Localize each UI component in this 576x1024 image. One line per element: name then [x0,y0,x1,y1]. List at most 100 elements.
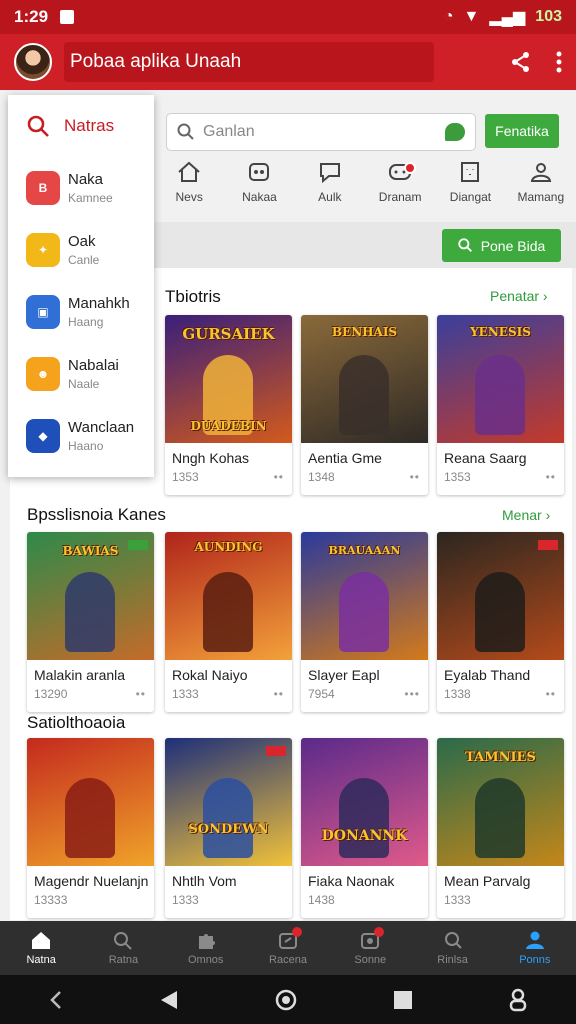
category-item[interactable]: Aulk [295,160,365,222]
game-meta: 13290 [34,687,68,701]
game-thumbnail: AUNDING [165,532,292,660]
promo-button-label: Pone Bida [480,237,546,254]
category-item[interactable]: Mamang [506,160,576,222]
game-name: Mean Parvalg [444,873,531,889]
more-icon[interactable]: ••• [404,687,420,701]
drawer-item[interactable]: ▣ Manahkh Haang [8,281,154,343]
nav-label: Sonne [354,954,387,966]
game-thumbnail [27,738,154,866]
more-icon[interactable]: •• [546,470,556,484]
category-item[interactable]: Dranam [365,160,435,222]
game-name: Nhtlh Vom [172,873,237,889]
more-icon[interactable]: •• [274,470,284,484]
drawer-item[interactable]: ☻ Nabalai Naale [8,343,154,405]
character-art [65,778,115,858]
drawer-item-title: Naka [68,171,104,188]
more-vert-icon[interactable] [556,51,562,73]
nav-item-home[interactable]: Natna [0,921,82,975]
game-meta: 1438 [308,893,335,907]
nav-item-media[interactable]: Sonne [329,921,411,975]
game-thumbnail: BENHAIS [301,315,428,443]
game-card[interactable]: YENESIS Reana Saarg 1353 •• [437,315,564,495]
nav-item-search[interactable]: Ratna [82,921,164,975]
category-item[interactable]: Nakaa [224,160,294,222]
drawer-item[interactable]: B Naka Kamnee [8,157,154,219]
more-icon[interactable]: •• [274,687,284,701]
game-card[interactable]: AUNDING Rokal Naiyo 1333 •• [165,532,292,712]
grid-icon [461,162,480,182]
game-thumbnail: DONANNK [301,738,428,866]
search-button[interactable]: Fenatika [485,114,559,148]
more-icon[interactable]: •• [546,687,556,701]
character-art [475,355,525,435]
drawer-item[interactable]: ◆ Wanclaan Haano [8,405,154,467]
assistant-icon[interactable] [508,988,528,1012]
nav-item-zoom[interactable]: Rinlsa [411,921,493,975]
avatar[interactable] [14,43,52,81]
character-art [475,778,525,858]
battery-level: 103 [535,8,562,25]
drawer-item-subtitle: Haang [68,315,104,329]
game-card[interactable]: BAWIAS Malakin aranla 13290 •• [27,532,154,712]
zoom-icon [444,932,462,949]
drawer-header[interactable]: Natras [8,95,154,157]
alarm-icon: ◔ [443,8,454,25]
more-icon[interactable]: •• [136,687,146,701]
game-card[interactable]: DONANNK Fiaka Naonak 1438 [301,738,428,918]
game-card[interactable]: BENHAIS Aentia Gme 1348 •• [301,315,428,495]
drawer-item-title: Wanclaan [68,419,135,436]
category-label: Dranam [378,190,422,204]
thumbnail-logo: GURSAIEK [182,325,275,343]
game-meta: 13333 [34,893,68,907]
game-meta: 1353 [172,470,199,484]
game-thumbnail: BRAUAAAN [301,532,428,660]
share-icon[interactable] [510,51,532,73]
puzzle-icon [198,934,215,949]
home-circle-icon[interactable] [274,988,298,1012]
category-label: Aulk [318,190,342,204]
more-icon[interactable]: •• [410,470,420,484]
thumbnail-tag [266,746,286,756]
game-card[interactable]: TAMNIES Mean Parvalg 1333 [437,738,564,918]
thumbnail-logo: BRAUAAAN [328,544,401,557]
category-label: Mamang [517,190,565,204]
app-bar: Pobaa aplika Unaah [0,34,576,90]
nav-item-profile[interactable]: Ponns [494,921,576,975]
nav-item-recent[interactable]: Racena [247,921,329,975]
signal-icon: ▂▄▆ [489,9,526,26]
game-meta: 1348 [308,470,335,484]
search-icon [27,115,49,137]
notification-icon [60,10,75,24]
notification-badge [374,927,385,937]
section-more-link[interactable]: Penatar › [490,288,548,304]
search-input[interactable]: Ganlan [166,113,476,151]
recents-icon[interactable] [393,990,413,1010]
voice-search-icon[interactable] [445,123,465,141]
category-label: Nakaa [242,190,277,204]
back-icon[interactable] [159,989,179,1011]
game-card[interactable]: Eyalab Thand 1338 •• [437,532,564,712]
game-meta: 1333 [444,893,471,907]
status-bar: 1:29 ◔ ▼ ▂▄▆ 103 [0,0,576,34]
game-name: Eyalab Thand [444,667,531,683]
category-item[interactable]: Diangat [435,160,505,222]
category-label: Diangat [449,190,492,204]
drawer-item-subtitle: Kamnee [68,191,113,205]
promo-button[interactable]: Pone Bida [442,229,561,262]
nav-item-games[interactable]: Omnos [165,921,247,975]
game-meta: 1333 [172,687,199,701]
category-label: Nevs [175,190,203,204]
game-card[interactable]: BRAUAAAN Slayer Eapl 7954 ••• [301,532,428,712]
drawer-item[interactable]: ✦ Oak Canle [8,219,154,281]
drawer-item-title: Nabalai [68,357,119,374]
game-card[interactable]: Magendr Nuelanjn 13333 [27,738,154,918]
game-card[interactable]: SONDEWN Nhtlh Vom 1333 [165,738,292,918]
section-title: Tbiotris [165,287,221,306]
section-more-link[interactable]: Menar › [502,507,550,523]
back-chevron-icon[interactable] [48,989,64,1011]
game-card[interactable]: GURSAIEK DUADEBIN Nngh Kohas 1353 •• [165,315,292,495]
drawer-item-title: Oak [68,233,96,250]
nav-label: Ponns [519,954,551,966]
category-item[interactable]: Nevs [154,160,224,222]
home-icon [178,161,200,182]
